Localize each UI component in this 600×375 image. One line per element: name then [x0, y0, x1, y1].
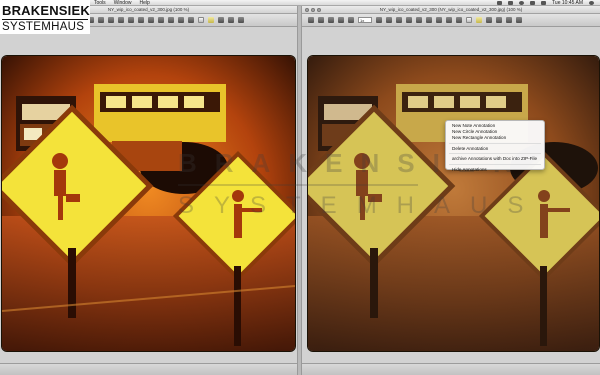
bluetooth-icon[interactable] — [497, 1, 503, 5]
annotation-icon[interactable] — [446, 17, 452, 23]
menu-item-archive-annotations[interactable]: archive Annotations with Doc into ZIP-Fi… — [446, 156, 544, 162]
volume-icon[interactable] — [530, 1, 536, 5]
spotlight-icon[interactable] — [589, 1, 594, 5]
minimize-button[interactable] — [311, 8, 315, 12]
right-window-toolbar: 1x — [302, 14, 600, 27]
share-icon[interactable] — [506, 17, 512, 23]
share-icon[interactable] — [238, 17, 244, 23]
zoom-in-icon[interactable] — [348, 17, 354, 23]
rotate-right-icon[interactable] — [138, 17, 144, 23]
hand-tool-icon[interactable] — [318, 17, 324, 23]
zoom-menu-icon[interactable] — [376, 17, 382, 23]
menu-item-new-rectangle-annotation[interactable]: New Rectangle Annotation — [446, 135, 544, 141]
page-icon[interactable] — [198, 17, 204, 23]
right-image-canvas — [302, 27, 600, 363]
time-machine-icon[interactable] — [508, 1, 514, 5]
window-controls — [305, 8, 321, 12]
battery-icon[interactable] — [541, 1, 547, 5]
rotate-icon[interactable] — [328, 17, 334, 23]
zoom-in-icon[interactable] — [108, 17, 114, 23]
annotation-context-menu: New Note Annotation New Circle Annotatio… — [445, 120, 545, 173]
menu-item-delete-annotation[interactable]: Delete Annotation — [446, 146, 544, 152]
close-button[interactable] — [305, 8, 309, 12]
left-image-window: NY_wip_ico_coated_v2_300.jpg (100 %) — [0, 6, 297, 375]
left-window-statusbar — [0, 363, 297, 375]
crop-icon[interactable] — [406, 17, 412, 23]
right-window-titlebar[interactable]: NY_wip_ico_coated_v2_300 (NY_wip_ico_coa… — [302, 6, 600, 14]
highlight-icon[interactable] — [476, 17, 482, 23]
construction-photo-dimmed — [308, 56, 599, 351]
wifi-icon[interactable] — [519, 1, 525, 5]
fit-icon[interactable] — [386, 17, 392, 23]
page-icon[interactable] — [466, 17, 472, 23]
logo-rule — [2, 19, 88, 20]
zoom-button[interactable] — [317, 8, 321, 12]
logo-line-1: BRAKENSIEK — [2, 3, 90, 18]
annotation-icon[interactable] — [188, 17, 194, 23]
right-toolbar-tools: 1x — [308, 17, 522, 23]
settings-icon[interactable] — [516, 17, 522, 23]
actual-size-icon[interactable] — [396, 17, 402, 23]
construction-photo — [2, 56, 295, 351]
info-icon[interactable] — [168, 17, 174, 23]
export-icon[interactable] — [486, 17, 492, 23]
export-icon[interactable] — [218, 17, 224, 23]
zoom-out-icon[interactable] — [118, 17, 124, 23]
zoom-level-field[interactable]: 1x — [358, 17, 372, 23]
logo-line-2: SYSTEMHAUS — [2, 21, 85, 33]
right-window-title: NY_wip_ico_coated_v2_300 (NY_wip_ico_coa… — [379, 7, 523, 12]
hand-tool-icon[interactable] — [98, 17, 104, 23]
zoom-out-icon[interactable] — [338, 17, 344, 23]
brakensiek-logo: BRAKENSIEK SYSTEMHAUS — [0, 0, 90, 34]
left-window-title: NY_wip_ico_coated_v2_300.jpg (100 %) — [107, 7, 190, 12]
screen: Tools Window Help Tue 10:45 AM NY_wip_ic… — [0, 0, 600, 375]
menu-item-hide-annotations[interactable]: Hide Annotations — [446, 167, 544, 173]
crop-icon[interactable] — [148, 17, 154, 23]
right-image-window: NY_wip_ico_coated_v2_300 (NY_wip_ico_coa… — [302, 6, 600, 375]
print-icon[interactable] — [496, 17, 502, 23]
info-icon[interactable] — [436, 17, 442, 23]
left-toolbar-tools — [88, 17, 244, 23]
adjust-icon[interactable] — [416, 17, 422, 23]
left-image-canvas — [0, 27, 297, 363]
left-photo — [2, 56, 295, 351]
rotate-left-icon[interactable] — [128, 17, 134, 23]
adjust-icon[interactable] — [158, 17, 164, 23]
select-tool-icon[interactable] — [308, 17, 314, 23]
right-photo — [308, 56, 599, 351]
right-window-statusbar — [302, 363, 600, 375]
palette-icon[interactable] — [456, 17, 462, 23]
palette-icon[interactable] — [178, 17, 184, 23]
rotate-right-icon[interactable] — [426, 17, 432, 23]
highlight-icon[interactable] — [208, 17, 214, 23]
print-icon[interactable] — [228, 17, 234, 23]
